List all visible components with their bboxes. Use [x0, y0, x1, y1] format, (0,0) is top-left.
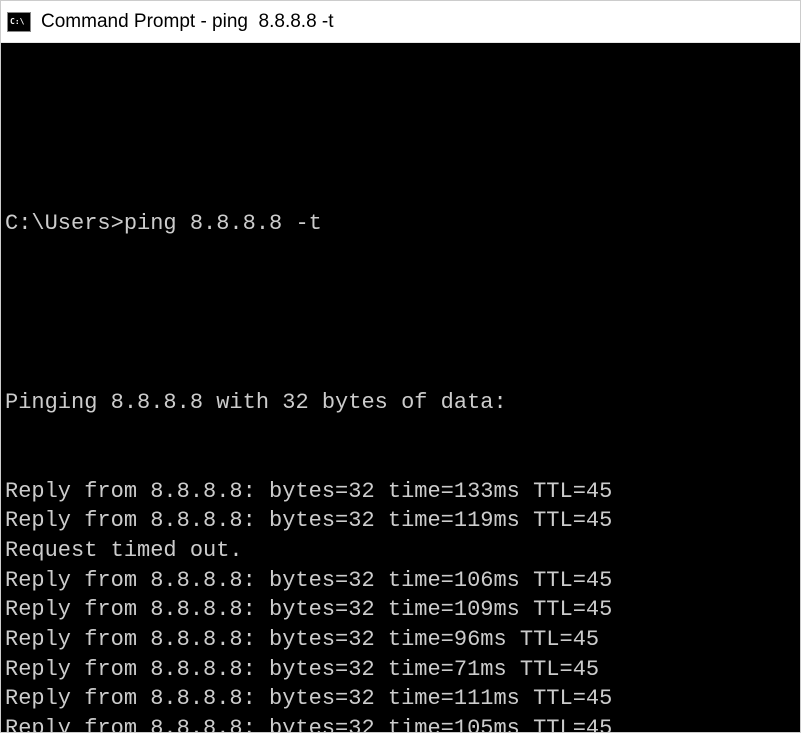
window-title: Command Prompt - ping 8.8.8.8 -t: [41, 11, 334, 33]
cmd-icon-label: C:\: [10, 18, 24, 26]
ping-reply-line: Request timed out.: [5, 536, 796, 566]
ping-reply-line: Reply from 8.8.8.8: bytes=32 time=106ms …: [5, 566, 796, 596]
ping-reply-line: Reply from 8.8.8.8: bytes=32 time=119ms …: [5, 506, 796, 536]
blank-line: [5, 120, 796, 150]
prompt-line: C:\Users>ping 8.8.8.8 -t: [5, 209, 796, 239]
ping-reply-line: Reply from 8.8.8.8: bytes=32 time=71ms T…: [5, 655, 796, 685]
ping-reply-line: Reply from 8.8.8.8: bytes=32 time=96ms T…: [5, 625, 796, 655]
ping-reply-line: Reply from 8.8.8.8: bytes=32 time=111ms …: [5, 684, 796, 714]
ping-reply-line: Reply from 8.8.8.8: bytes=32 time=109ms …: [5, 595, 796, 625]
ping-reply-line: Reply from 8.8.8.8: bytes=32 time=105ms …: [5, 714, 796, 732]
cmd-icon: C:\: [7, 12, 31, 32]
titlebar[interactable]: C:\ Command Prompt - ping 8.8.8.8 -t: [1, 1, 800, 43]
ping-header: Pinging 8.8.8.8 with 32 bytes of data:: [5, 388, 796, 418]
blank-line: [5, 299, 796, 329]
terminal-output[interactable]: C:\Users>ping 8.8.8.8 -t Pinging 8.8.8.8…: [1, 43, 800, 732]
command-prompt-window: C:\ Command Prompt - ping 8.8.8.8 -t C:\…: [0, 0, 801, 733]
ping-reply-line: Reply from 8.8.8.8: bytes=32 time=133ms …: [5, 477, 796, 507]
